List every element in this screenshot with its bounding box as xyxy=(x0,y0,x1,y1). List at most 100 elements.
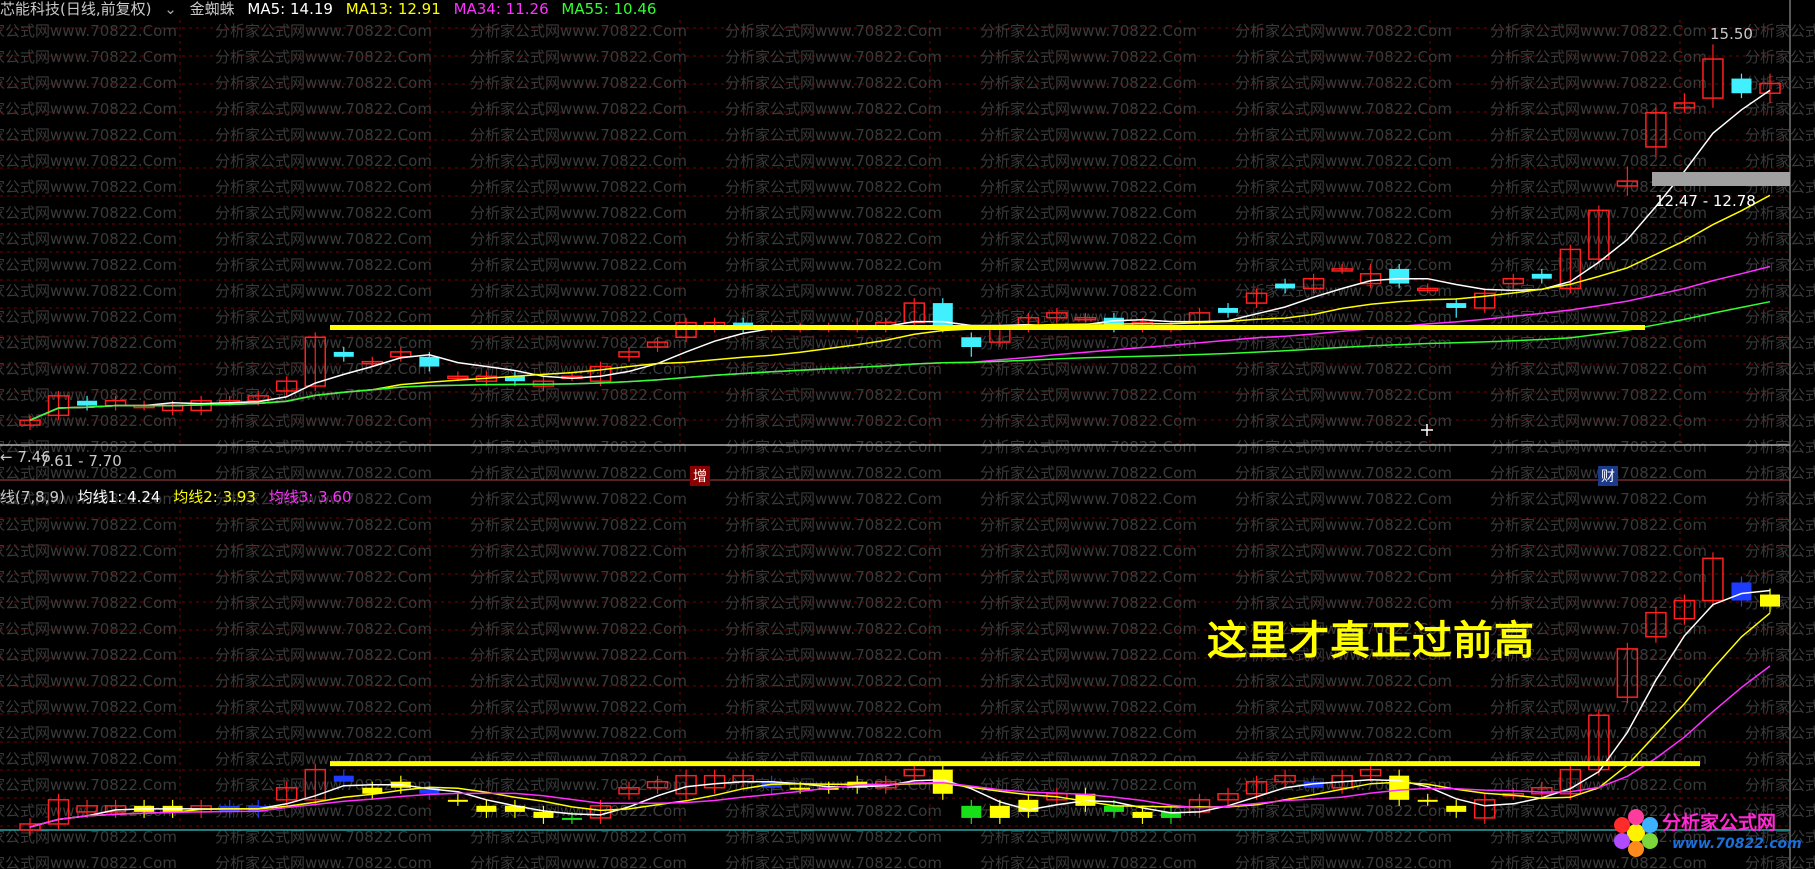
watermark-text: 分析家公式网www.70822.Com xyxy=(0,516,177,534)
watermark-text: 分析家公式网www.70822.Com xyxy=(215,438,432,456)
candle xyxy=(47,390,70,421)
watermark-text: 分析家公式网www.70822.Com xyxy=(725,412,942,430)
watermark-text: 分析家公式网www.70822.Com xyxy=(1745,464,1815,482)
watermark-text: 分析家公式网www.70822.Com xyxy=(725,204,942,222)
indicator-name: 金蜘蛛 xyxy=(189,0,235,18)
ma34-value: MA34: 11.26 xyxy=(453,0,549,18)
watermark-text: 分析家公式网www.70822.Com xyxy=(470,412,687,430)
watermark-text: 分析家公式网www.70822.Com xyxy=(215,516,432,534)
event-tag-zeng[interactable]: 增 xyxy=(690,466,710,486)
watermark-text: 分析家公式网www.70822.Com xyxy=(725,386,942,404)
watermark-text: 分析家公式网www.70822.Com xyxy=(470,230,687,248)
watermark-text: 分析家公式网www.70822.Com xyxy=(980,282,1197,300)
watermark-text: 分析家公式网www.70822.Com xyxy=(0,204,177,222)
watermark-text: 分析家公式网www.70822.Com xyxy=(0,100,177,118)
watermark-text: 分析家公式网www.70822.Com xyxy=(0,594,177,612)
indicator-body xyxy=(961,805,982,818)
watermark-text: 分析家公式网www.70822.Com xyxy=(1745,256,1815,274)
watermark-text: 分析家公式网www.70822.Com xyxy=(470,672,687,690)
watermark-text: 分析家公式网www.70822.Com xyxy=(1235,126,1452,144)
watermark-text: 分析家公式网www.70822.Com xyxy=(0,282,177,300)
watermark-text: 分析家公式网www.70822.Com xyxy=(980,386,1197,404)
watermark-text: 分析家公式网www.70822.Com xyxy=(1235,100,1452,118)
watermark-text: 分析家公式网www.70822.Com xyxy=(215,360,432,378)
watermark-text: 分析家公式网www.70822.Com xyxy=(1745,48,1815,66)
watermark-text: 分析家公式网www.70822.Com xyxy=(1745,516,1815,534)
watermark-text: 分析家公式网www.70822.Com xyxy=(725,594,942,612)
watermark-text: 分析家公式网www.70822.Com xyxy=(980,542,1197,560)
watermark-text: 分析家公式网www.70822.Com xyxy=(1235,74,1452,92)
watermark-text: 分析家公式网www.70822.Com xyxy=(0,568,177,586)
watermark-text: 分析家公式网www.70822.Com xyxy=(1745,438,1815,456)
watermark-text: 分析家公式网www.70822.Com xyxy=(1745,776,1815,794)
candle-body xyxy=(77,400,98,406)
watermark-text: 分析家公式网www.70822.Com xyxy=(980,204,1197,222)
indicator-bar xyxy=(703,769,726,794)
watermark-text: 分析家公式网www.70822.Com xyxy=(980,594,1197,612)
watermark-text: 分析家公式网www.70822.Com xyxy=(1235,438,1452,456)
watermark-text: 分析家公式网www.70822.Com xyxy=(0,542,177,560)
watermark-text: 分析家公式网www.70822.Com xyxy=(980,516,1197,534)
candle xyxy=(961,332,982,357)
watermark-text: 分析家公式网www.70822.Com xyxy=(725,126,942,144)
watermark-text: 分析家公式网www.70822.Com xyxy=(215,100,432,118)
watermark-text: 分析家公式网www.70822.Com xyxy=(470,282,687,300)
watermark-text: 分析家公式网www.70822.Com xyxy=(980,334,1197,352)
watermark-text: 分析家公式网www.70822.Com xyxy=(215,724,432,742)
watermark-text: 分析家公式网www.70822.Com xyxy=(1235,464,1452,482)
watermark-text: 分析家公式网www.70822.Com xyxy=(0,854,177,869)
watermark-text: 分析家公式网www.70822.Com xyxy=(980,256,1197,274)
watermark-text: 分析家公式网www.70822.Com xyxy=(470,22,687,40)
candle-body xyxy=(1275,283,1296,289)
watermark-text: 分析家公式网www.70822.Com xyxy=(215,854,432,869)
watermark-text: 分析家公式网www.70822.Com xyxy=(0,152,177,170)
event-tag-cai[interactable]: 财 xyxy=(1598,466,1618,486)
watermark-text: 分析家公式网www.70822.Com xyxy=(1235,386,1452,404)
watermark-text: 分析家公式网www.70822.Com xyxy=(725,464,942,482)
watermark-text: 分析家公式网www.70822.Com xyxy=(1745,334,1815,352)
watermark-text: 分析家公式网www.70822.Com xyxy=(0,334,177,352)
watermark-text: 分析家公式网www.70822.Com xyxy=(470,646,687,664)
watermark-text: 分析家公式网www.70822.Com xyxy=(1490,126,1707,144)
watermark-text: 分析家公式网www.70822.Com xyxy=(725,672,942,690)
watermark-text: 分析家公式网www.70822.Com xyxy=(980,230,1197,248)
watermark-text: 分析家公式网www.70822.Com xyxy=(0,74,177,92)
watermark-text: 分析家公式网www.70822.Com xyxy=(0,178,177,196)
watermark-text: 分析家公式网www.70822.Com xyxy=(725,516,942,534)
candle-body xyxy=(1731,78,1752,94)
indicator-body xyxy=(1132,811,1153,818)
watermark-text: 分析家公式网www.70822.Com xyxy=(1490,152,1707,170)
top-header: 芯能科技(日线,前复权) ⌄ 金蜘蛛 MA5: 14.19 MA13: 12.9… xyxy=(0,0,664,18)
indicator-body xyxy=(447,799,468,802)
indicator-body xyxy=(333,775,354,782)
watermark-text: 分析家公式网www.70822.Com xyxy=(215,620,432,638)
watermark-text: 分析家公式网www.70822.Com xyxy=(1490,308,1707,326)
watermark-text: 分析家公式网www.70822.Com xyxy=(1745,152,1815,170)
indicator-body xyxy=(1760,594,1780,607)
stock-chart[interactable]: 分析家公式网www.70822.Com 分析家公式网www.70822.Com 分析… xyxy=(0,0,1815,869)
watermark-text: 分析家公式网www.70822.Com xyxy=(725,152,942,170)
watermark-text: 分析家公式网www.70822.Com xyxy=(725,48,942,66)
line3-value: 均线3: 3.60 xyxy=(268,488,352,506)
watermark-text: 分析家公式网www.70822.Com xyxy=(470,542,687,560)
watermark-text: 分析家公式网www.70822.Com xyxy=(980,672,1197,690)
watermark-text: 分析家公式网www.70822.Com xyxy=(215,152,432,170)
watermark-text: 分析家公式网www.70822.Com xyxy=(1490,360,1707,378)
watermark-text: 分析家公式网www.70822.Com xyxy=(725,698,942,716)
watermark-text: 分析家公式网www.70822.Com xyxy=(725,178,942,196)
watermark-text: 分析家公式网www.70822.Com xyxy=(1235,412,1452,430)
watermark-text: 分析家公式网www.70822.Com xyxy=(470,490,687,508)
watermark-text: 分析家公式网www.70822.Com xyxy=(980,854,1197,869)
watermark-text: 分析家公式网www.70822.Com xyxy=(980,438,1197,456)
price-high-label: 15.50 xyxy=(1710,25,1753,43)
logo-url: www.70822.com xyxy=(1672,836,1802,852)
watermark-text: 分析家公式网www.70822.Com xyxy=(1745,308,1815,326)
watermark-text: 分析家公式网www.70822.Com xyxy=(215,308,432,326)
watermark-text: 分析家公式网www.70822.Com xyxy=(1745,126,1815,144)
watermark-text: 分析家公式网www.70822.Com xyxy=(0,620,177,638)
chevron-down-icon[interactable]: ⌄ xyxy=(164,0,177,18)
watermark-text: 分析家公式网www.70822.Com xyxy=(1745,386,1815,404)
watermark-text: 分析家公式网www.70822.Com xyxy=(725,22,942,40)
watermark-text: 分析家公式网www.70822.Com xyxy=(980,100,1197,118)
watermark-text: 分析家公式网www.70822.Com xyxy=(215,464,432,482)
